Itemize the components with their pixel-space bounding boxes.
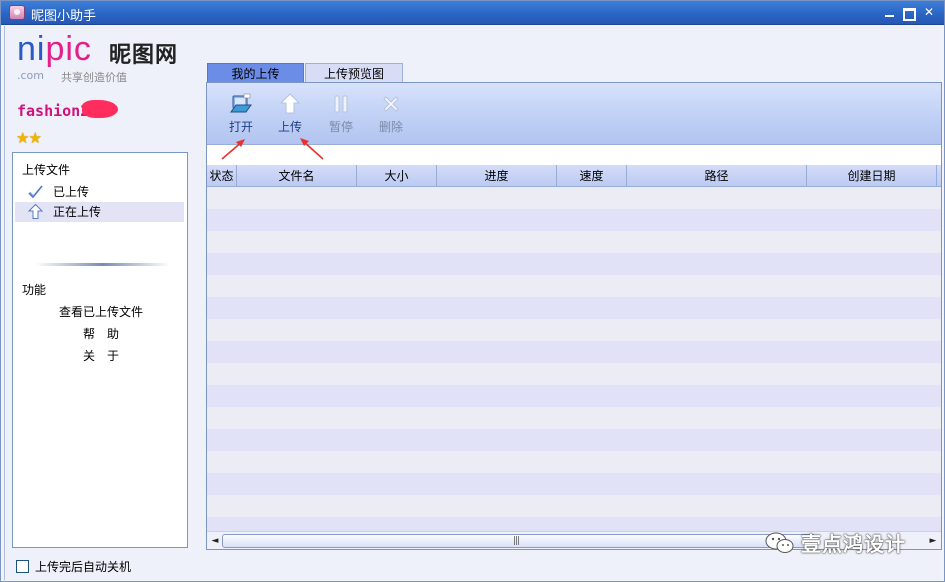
table-row[interactable] <box>207 253 941 275</box>
table-row[interactable] <box>207 297 941 319</box>
sidebar-item-uploading[interactable]: 正在上传 <box>15 202 184 222</box>
scroll-left-icon[interactable]: ◄ <box>209 535 221 547</box>
open-folder-icon <box>230 93 252 113</box>
redaction-scribble <box>82 100 118 118</box>
pause-button[interactable]: 暂停 <box>321 93 361 135</box>
logo-dotcom: .com <box>17 69 44 82</box>
tab-my-uploads[interactable]: 我的上传 <box>207 63 304 83</box>
upload-button[interactable]: 上传 <box>270 93 310 135</box>
annotation-arrow-open <box>221 139 245 160</box>
open-button-label: 打开 <box>228 120 253 134</box>
column-header-speed[interactable]: 速度 <box>557 165 627 187</box>
table-row[interactable] <box>207 385 941 407</box>
watermark-text: 壹点鸿设计 <box>801 532 906 556</box>
column-header-created-date[interactable]: 创建日期 <box>807 165 937 187</box>
upload-button-label: 上传 <box>277 120 302 134</box>
logo-chinese-name: 昵图网 <box>109 43 179 68</box>
app-icon <box>9 5 25 20</box>
table-row[interactable] <box>207 407 941 429</box>
upload-table-body[interactable] <box>207 187 941 531</box>
delete-button[interactable]: 删除 <box>371 93 411 135</box>
scrollbar-grip-icon: ||| <box>513 536 520 546</box>
function-view-uploaded[interactable]: 查看已上传文件 <box>13 303 189 320</box>
delete-button-label: 删除 <box>378 120 403 134</box>
auto-shutdown-option[interactable]: 上传完后自动关机 <box>16 558 131 575</box>
table-row[interactable] <box>207 231 941 253</box>
column-header-path[interactable]: 路径 <box>627 165 807 187</box>
window-title: 昵图小助手 <box>31 9 97 24</box>
minimize-button[interactable] <box>882 6 896 20</box>
logo-wordmark: nipic <box>17 30 92 69</box>
pause-button-label: 暂停 <box>328 120 353 134</box>
table-row[interactable] <box>207 495 941 517</box>
column-header-size[interactable]: 大小 <box>357 165 437 187</box>
sidebar-item-label: 已上传 <box>53 185 90 199</box>
table-row[interactable] <box>207 451 941 473</box>
table-row[interactable] <box>207 429 941 451</box>
annotation-arrow-upload <box>300 138 324 160</box>
column-header-filename[interactable]: 文件名 <box>237 165 357 187</box>
column-header-status[interactable]: 状态 <box>207 165 237 187</box>
wechat-icon <box>765 532 794 553</box>
table-row[interactable] <box>207 473 941 495</box>
scrollbar-thumb[interactable]: ||| <box>222 534 815 548</box>
logo-slogan: 共享创造价值 <box>61 71 127 84</box>
auto-shutdown-label: 上传完后自动关机 <box>35 560 132 574</box>
title-bar[interactable]: 昵图小助手 ✕ <box>1 1 944 25</box>
sidebar-panel: 上传文件 已上传 正在上传 功能 查看已上传文件 帮 助 关 于 <box>12 152 188 548</box>
watermark: 壹点鸿设计 <box>765 528 906 557</box>
logo-ni: ni <box>17 30 46 68</box>
upload-arrow-icon <box>279 93 301 114</box>
logo-pic: pic <box>45 30 92 68</box>
open-button[interactable]: 打开 <box>221 93 261 135</box>
functions-section-heading: 功能 <box>22 283 47 297</box>
column-header-progress[interactable]: 进度 <box>437 165 557 187</box>
function-about[interactable]: 关 于 <box>13 347 189 364</box>
pause-icon <box>334 95 348 113</box>
up-arrow-icon <box>27 203 44 219</box>
client-area: nipic 昵图网 .com 共享创造价值 fashion2 ★★ 上传文件 已… <box>4 26 942 580</box>
close-button[interactable]: ✕ <box>922 6 936 20</box>
tab-upload-preview[interactable]: 上传预览图 <box>305 63 403 83</box>
checkmark-icon <box>28 185 43 199</box>
table-row[interactable] <box>207 341 941 363</box>
app-window: 昵图小助手 ✕ nipic 昵图网 .com 共享创造价值 fashion2 ★… <box>0 0 945 582</box>
window-controls: ✕ <box>882 6 936 20</box>
table-row[interactable] <box>207 319 941 341</box>
sidebar-item-uploaded[interactable]: 已上传 <box>15 182 184 202</box>
sidebar-item-label: 正在上传 <box>53 205 102 219</box>
user-name: fashion2 <box>17 102 90 120</box>
table-row[interactable] <box>207 363 941 385</box>
table-header: 状态 文件名 大小 进度 速度 路径 创建日期 <box>207 165 941 187</box>
auto-shutdown-checkbox[interactable] <box>16 560 29 573</box>
table-row[interactable] <box>207 209 941 231</box>
delete-x-icon <box>383 96 399 112</box>
function-help[interactable]: 帮 助 <box>13 325 189 342</box>
brand-logo: nipic 昵图网 .com 共享创造价值 <box>17 30 192 84</box>
table-row[interactable] <box>207 187 941 209</box>
table-row[interactable] <box>207 275 941 297</box>
sidebar-divider <box>35 263 170 266</box>
user-rating-stars: ★★ <box>16 129 42 147</box>
scroll-right-icon[interactable]: ► <box>927 535 939 547</box>
maximize-button[interactable] <box>902 6 916 20</box>
upload-section-heading: 上传文件 <box>22 163 71 177</box>
